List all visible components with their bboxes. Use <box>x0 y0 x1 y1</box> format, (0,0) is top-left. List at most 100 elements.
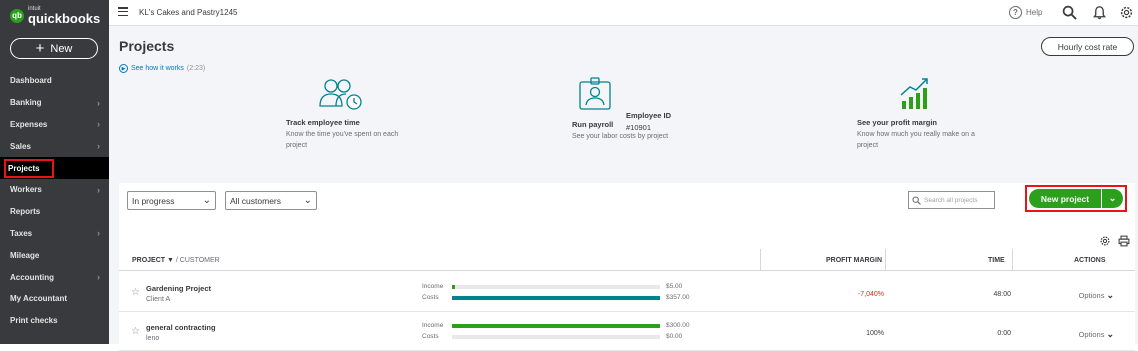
project-name[interactable]: Gardening Project <box>146 284 211 293</box>
favorite-star-icon[interactable]: ☆ <box>131 326 140 337</box>
top-bar: KL's Cakes and Pastry1245 ? Help <box>109 0 1138 26</box>
new-project-dropdown-button[interactable]: ⌄ <box>1101 189 1123 208</box>
status-filter-value: In progress <box>132 195 175 206</box>
feature-run-payroll: Run payroll See your labor costs by proj… <box>572 120 712 143</box>
costs-value: $0.00 <box>666 333 683 340</box>
sidebar-item-reports[interactable]: Reports <box>0 201 109 223</box>
customer-name: leno <box>146 335 160 342</box>
sidebar-item-sales[interactable]: Sales › <box>0 135 109 157</box>
quickbooks-logo[interactable]: qb intuit quickbooks <box>10 6 100 25</box>
options-dropdown[interactable]: Options ⌄ <box>1079 290 1114 301</box>
sidebar-item-label: My Accountant <box>10 294 68 304</box>
customer-header-label: / CUSTOMER <box>175 257 220 264</box>
costs-value: $357.00 <box>666 294 690 301</box>
sidebar-item-print-checks[interactable]: Print checks <box>0 310 109 332</box>
profit-chart-icon <box>900 78 928 109</box>
print-icon[interactable] <box>1118 235 1130 247</box>
table-row[interactable]: ☆ Gardening Project Client A Income Costs $5.… <box>119 273 1135 312</box>
feature-title: Track employee time <box>286 118 360 127</box>
options-dropdown[interactable]: Options ⌄ <box>1079 329 1114 340</box>
sidebar-item-taxes[interactable]: Taxes › <box>0 223 109 245</box>
menu-icon[interactable] <box>118 7 128 16</box>
costs-bar-fill <box>452 296 660 300</box>
search-icon[interactable] <box>1062 5 1077 20</box>
column-divider <box>1012 249 1013 271</box>
sidebar-item-workers[interactable]: Workers › <box>0 179 109 201</box>
status-filter-dropdown[interactable]: In progress ⌄ <box>127 191 216 210</box>
project-name[interactable]: general contracting <box>146 323 216 332</box>
chevron-right-icon: › <box>97 184 100 195</box>
income-bar-fill <box>452 324 660 328</box>
quickbooks-wordmark: quickbooks <box>28 11 101 26</box>
chevron-down-icon: ⌄ <box>303 195 312 206</box>
sidebar-item-accounting[interactable]: Accounting › <box>0 266 109 288</box>
quickbooks-logo-icon: qb <box>10 8 24 23</box>
time-column-header: TIME <box>988 257 1005 264</box>
sidebar-item-banking[interactable]: Banking › <box>0 92 109 114</box>
feature-track-time: Track employee time Know the time you've… <box>286 118 406 151</box>
new-button-label: New <box>50 42 73 55</box>
chevron-down-icon: ⌄ <box>1106 329 1114 339</box>
options-label: Options <box>1078 291 1105 300</box>
sidebar-item-label: Banking <box>10 98 42 108</box>
chevron-down-icon: ⌄ <box>1108 193 1117 203</box>
table-header: PROJECT ▼ / CUSTOMER PROFIT MARGIN TIME … <box>119 249 1135 271</box>
intro-panel: ▶ See how it works (2:23) Track employee… <box>116 59 1134 212</box>
table-row[interactable]: ☆ general contracting leno Income Costs $300.… <box>119 312 1135 351</box>
time-value: 0:00 <box>997 330 1011 337</box>
help-icon: ? <box>1009 6 1022 19</box>
profit-margin-column-header: PROFIT MARGIN <box>826 257 882 264</box>
income-bar <box>452 324 660 328</box>
sidebar-item-label: Expenses <box>10 119 48 129</box>
favorite-star-icon[interactable]: ☆ <box>131 287 140 298</box>
sidebar-item-expenses[interactable]: Expenses › <box>0 114 109 136</box>
sidebar-item-mileage[interactable]: Mileage <box>0 244 109 266</box>
feature-title: See your profit margin <box>857 118 938 127</box>
sidebar-item-label: Accounting <box>10 272 54 282</box>
sidebar-item-label: Reports <box>10 207 41 217</box>
project-column-header[interactable]: PROJECT ▼ / CUSTOMER <box>132 257 220 264</box>
search-icon <box>912 195 921 205</box>
left-navigation: qb intuit quickbooks + New Dashboard Bank… <box>0 0 109 344</box>
chevron-down-icon: ⌄ <box>202 195 211 206</box>
new-project-label: New project <box>1040 193 1090 204</box>
sidebar-item-label: Sales <box>10 141 31 151</box>
chevron-right-icon: › <box>97 97 100 108</box>
help-label: Help <box>1026 8 1043 17</box>
sidebar-item-my-accountant[interactable]: My Accountant <box>0 288 109 310</box>
feature-title: Run payroll <box>572 120 614 129</box>
bell-icon[interactable] <box>1092 5 1107 20</box>
costs-label: Costs <box>422 333 439 340</box>
chevron-right-icon: › <box>97 228 100 239</box>
new-project-button[interactable]: New project ⌄ <box>1029 189 1123 208</box>
sidebar-item-label: Workers <box>10 185 42 195</box>
chevron-right-icon: › <box>97 119 100 130</box>
main-content: Projects Hourly cost rate ▶ See how it w… <box>109 26 1138 351</box>
sidebar-item-dashboard[interactable]: Dashboard <box>0 70 109 92</box>
help-button[interactable]: ? Help <box>1009 6 1042 19</box>
feature-desc: Know the time you've spent on each proje… <box>286 131 399 149</box>
gear-icon[interactable] <box>1119 5 1134 20</box>
actions-column-header: ACTIONS <box>1074 257 1106 264</box>
project-header-label: PROJECT <box>132 257 166 264</box>
page-title: Projects <box>119 38 175 54</box>
column-divider <box>760 249 761 271</box>
income-value: $300.00 <box>666 322 690 329</box>
see-how-label: See how it works <box>131 65 184 72</box>
table-settings-gear-icon[interactable] <box>1099 235 1111 247</box>
projects-card: In progress ⌄ All customers ⌄ Search all… <box>119 183 1135 351</box>
sidebar-item-label: Dashboard <box>10 76 52 86</box>
profit-margin-value: 100% <box>866 330 884 337</box>
play-icon: ▶ <box>119 64 128 73</box>
options-label: Options <box>1078 330 1105 339</box>
sidebar-item-projects[interactable]: Projects <box>0 157 109 179</box>
profit-margin-value: -7,040% <box>857 291 884 298</box>
see-how-it-works-link[interactable]: ▶ See how it works (2:23) <box>119 64 205 73</box>
column-divider <box>885 249 886 271</box>
plus-icon: + <box>35 40 45 57</box>
customer-filter-dropdown[interactable]: All customers ⌄ <box>225 191 317 210</box>
new-button[interactable]: + New <box>10 38 98 59</box>
hourly-cost-rate-button[interactable]: Hourly cost rate <box>1041 37 1134 56</box>
search-placeholder: Search all projects <box>924 196 978 204</box>
search-projects-input[interactable]: Search all projects <box>908 191 995 209</box>
